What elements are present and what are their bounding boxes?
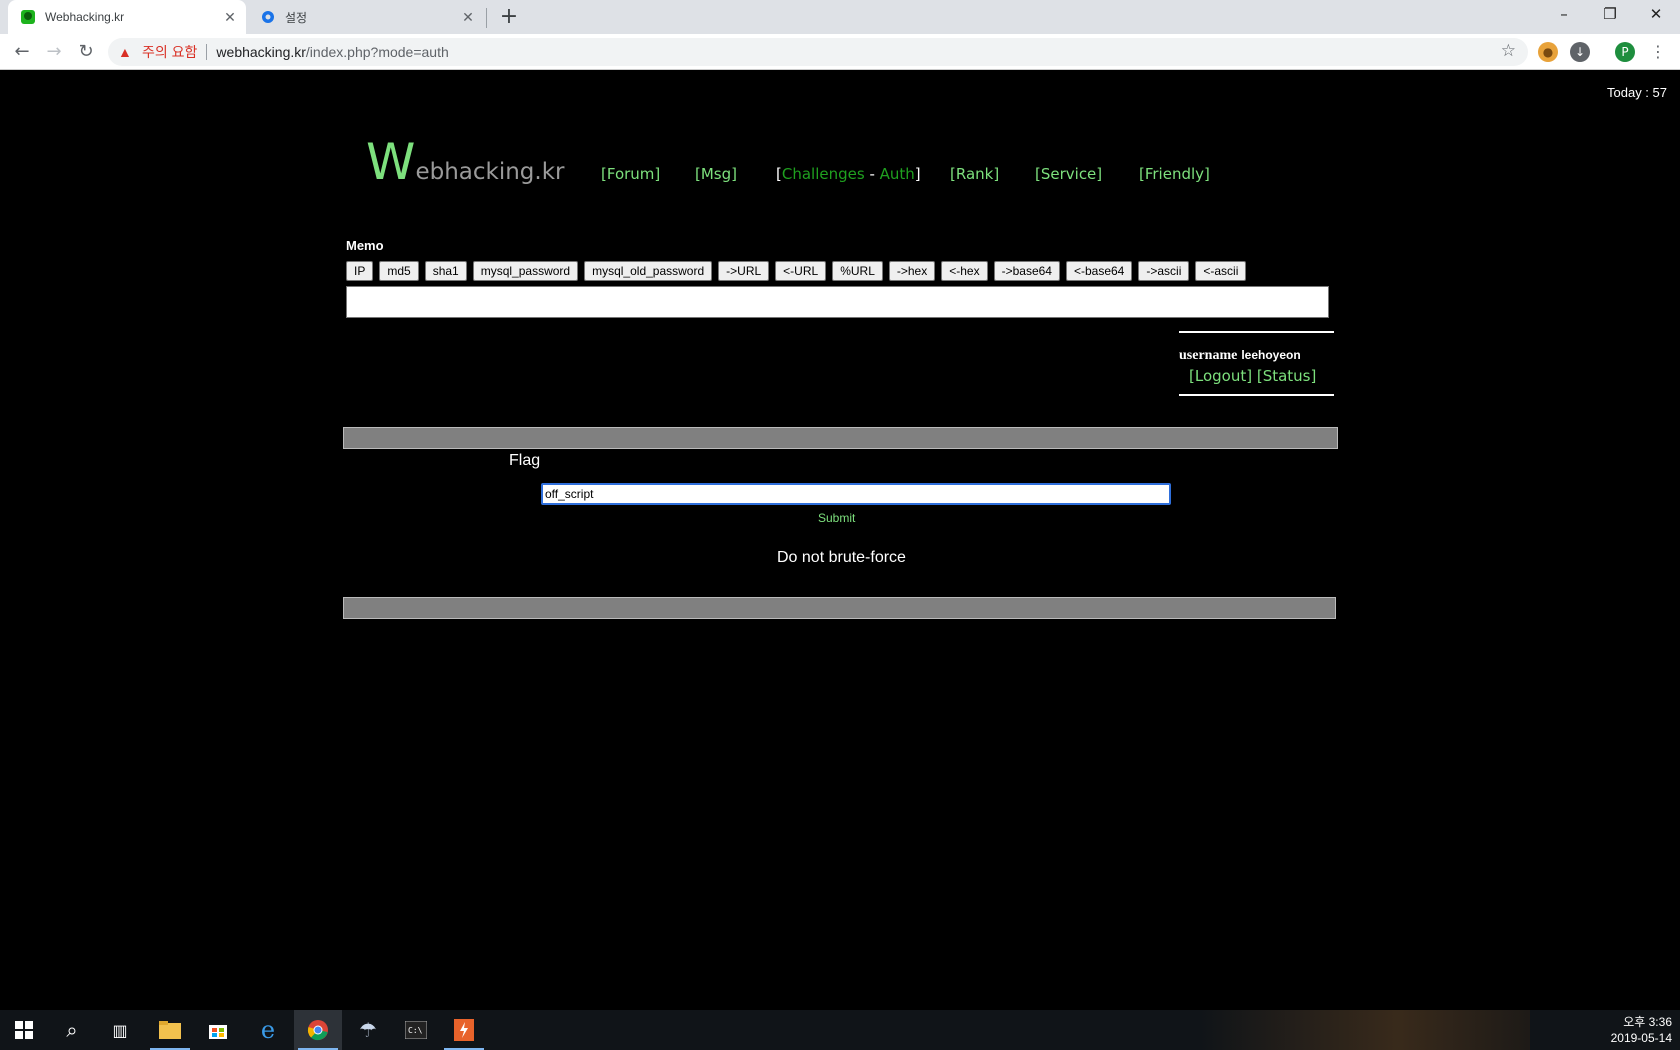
nav-dash: -: [864, 165, 880, 183]
minimize-button[interactable]: –: [1541, 0, 1587, 30]
memo-ascii-decode-button[interactable]: <-ascii: [1195, 261, 1247, 281]
tab-settings[interactable]: 설정 ✕: [248, 0, 484, 34]
memo-label: Memo: [346, 238, 384, 253]
tab-webhacking[interactable]: Webhacking.kr ✕: [8, 0, 246, 34]
chrome-logo-icon: [307, 1020, 328, 1041]
clock-time: 오후 3:36: [1623, 1015, 1672, 1029]
avatar[interactable]: P: [1615, 42, 1635, 62]
username-value: leehoyeon: [1241, 348, 1301, 362]
bookmark-star-icon[interactable]: ☆: [1501, 41, 1516, 61]
memo-base64-decode-button[interactable]: <-base64: [1065, 261, 1133, 281]
file-explorer-icon[interactable]: [146, 1010, 194, 1050]
memo-mysql-password-button[interactable]: mysql_password: [472, 261, 579, 281]
memo-base64-encode-button[interactable]: ->base64: [993, 261, 1060, 281]
chrome-icon[interactable]: [294, 1010, 342, 1050]
back-button[interactable]: ←: [8, 38, 36, 66]
tab-separator: [486, 8, 487, 28]
nav-rank[interactable]: [Rank]: [950, 165, 999, 183]
security-warning[interactable]: 주의 요함: [142, 42, 197, 62]
memo-percent-url-button[interactable]: %URL: [832, 261, 883, 281]
memo-textarea[interactable]: [346, 286, 1329, 318]
folder-icon: [159, 1021, 181, 1039]
search-icon[interactable]: ⌕: [48, 1010, 96, 1050]
memo-url-decode-button[interactable]: <-URL: [775, 261, 827, 281]
svg-text:C:\: C:\: [408, 1026, 423, 1035]
burp-logo-icon: [454, 1019, 474, 1041]
user-panel: username leehoyeon [Logout] [Status]: [1179, 331, 1334, 396]
tab-title: Webhacking.kr: [45, 10, 125, 24]
bracket-close: ]: [914, 165, 921, 183]
nav-service[interactable]: [Service]: [1035, 165, 1102, 183]
url-host: webhacking.kr: [216, 44, 306, 60]
close-icon[interactable]: ✕: [222, 9, 238, 26]
burp-suite-icon[interactable]: [440, 1010, 488, 1050]
visitor-counter: Today : 57: [1607, 85, 1667, 100]
forward-button[interactable]: →: [40, 38, 68, 66]
taskbar-wallpaper-glow: [1200, 1010, 1530, 1050]
nav-forum[interactable]: [Forum]: [601, 165, 660, 183]
shopping-bag-icon: [209, 1025, 227, 1039]
gear-icon: [262, 11, 274, 23]
memo-ascii-encode-button[interactable]: ->ascii: [1138, 261, 1190, 281]
logout-link[interactable]: [Logout]: [1189, 367, 1252, 385]
windows-logo-icon: [15, 1021, 33, 1039]
top-divider-bar: [343, 427, 1338, 449]
nav-friendly[interactable]: [Friendly]: [1139, 165, 1210, 183]
browser-toolbar: ← → ↻ ▲ 주의 요함 webhacking.kr/index.php?mo…: [0, 34, 1680, 70]
nav-msg[interactable]: [Msg]: [695, 165, 737, 183]
memo-mysql-old-password-button[interactable]: mysql_old_password: [584, 261, 713, 281]
clock-date: 2019-05-14: [1610, 1031, 1672, 1045]
start-button[interactable]: [0, 1010, 48, 1050]
brute-force-notice: Do not brute-force: [777, 549, 906, 566]
system-clock[interactable]: 오후 3:36 2019-05-14: [1611, 1014, 1672, 1046]
console-icon: C:\: [405, 1021, 427, 1039]
flag-label: Flag: [509, 452, 541, 469]
close-icon[interactable]: ✕: [460, 9, 476, 26]
user-links: [Logout] [Status]: [1189, 367, 1316, 385]
memo-ip-button[interactable]: IP: [346, 261, 374, 281]
tab-strip: Webhacking.kr ✕ 설정 ✕ + – ❐ ✕: [0, 0, 1680, 34]
nav-auth[interactable]: Auth: [880, 165, 915, 183]
webhacking-favicon-icon: [21, 10, 35, 24]
menu-icon[interactable]: ⋮: [1648, 42, 1668, 62]
memo-url-encode-button[interactable]: ->URL: [718, 261, 770, 281]
logo-letter: W: [366, 133, 416, 191]
restore-button[interactable]: ❐: [1587, 0, 1633, 30]
task-view-icon[interactable]: ▥: [96, 1010, 144, 1050]
flag-input[interactable]: off_script: [541, 483, 1171, 505]
bottom-divider-bar: [343, 597, 1336, 619]
memo-md5-button[interactable]: md5: [379, 261, 419, 281]
internet-explorer-icon[interactable]: e: [244, 1010, 292, 1050]
tab-title: 설정: [285, 10, 308, 25]
username-row: username leehoyeon: [1179, 344, 1301, 364]
terminal-icon[interactable]: C:\: [392, 1010, 440, 1050]
memo-hex-encode-button[interactable]: ->hex: [888, 261, 936, 281]
memo-sha1-button[interactable]: sha1: [424, 261, 467, 281]
status-link[interactable]: [Status]: [1257, 367, 1317, 385]
app-umbrella-icon[interactable]: ☂: [344, 1010, 392, 1050]
memo-toolbar: IP md5 sha1 mysql_password mysql_old_pas…: [346, 261, 1247, 281]
windows-taskbar: ⌕ ▥ e ☂ C:\ 오후 3:36 2019-05-14: [0, 1010, 1680, 1050]
url-path: /index.php?mode=auth: [305, 44, 449, 60]
download-extension-icon[interactable]: ↓: [1570, 42, 1590, 62]
submit-button[interactable]: Submit: [818, 511, 855, 525]
nav-challenges[interactable]: Challenges: [782, 165, 865, 183]
cookie-extension-icon[interactable]: ●: [1538, 42, 1558, 62]
nav-challenges-auth: [Challenges - Auth]: [776, 165, 921, 183]
close-window-button[interactable]: ✕: [1633, 0, 1679, 30]
omnibox-separator: [206, 44, 208, 60]
page-content: Today : 57 Webhacking.kr [Forum] [Msg] […: [0, 71, 1680, 1010]
new-tab-button[interactable]: +: [496, 4, 522, 30]
reload-button[interactable]: ↻: [72, 38, 100, 66]
address-bar[interactable]: ▲ 주의 요함 webhacking.kr/index.php?mode=aut…: [108, 38, 1528, 66]
store-icon[interactable]: [194, 1010, 242, 1050]
site-logo[interactable]: Webhacking.kr: [366, 133, 565, 191]
username-label: username: [1179, 348, 1238, 363]
memo-hex-decode-button[interactable]: <-hex: [941, 261, 988, 281]
warning-icon: ▲: [118, 44, 132, 60]
logo-text: ebhacking.kr: [415, 159, 565, 185]
